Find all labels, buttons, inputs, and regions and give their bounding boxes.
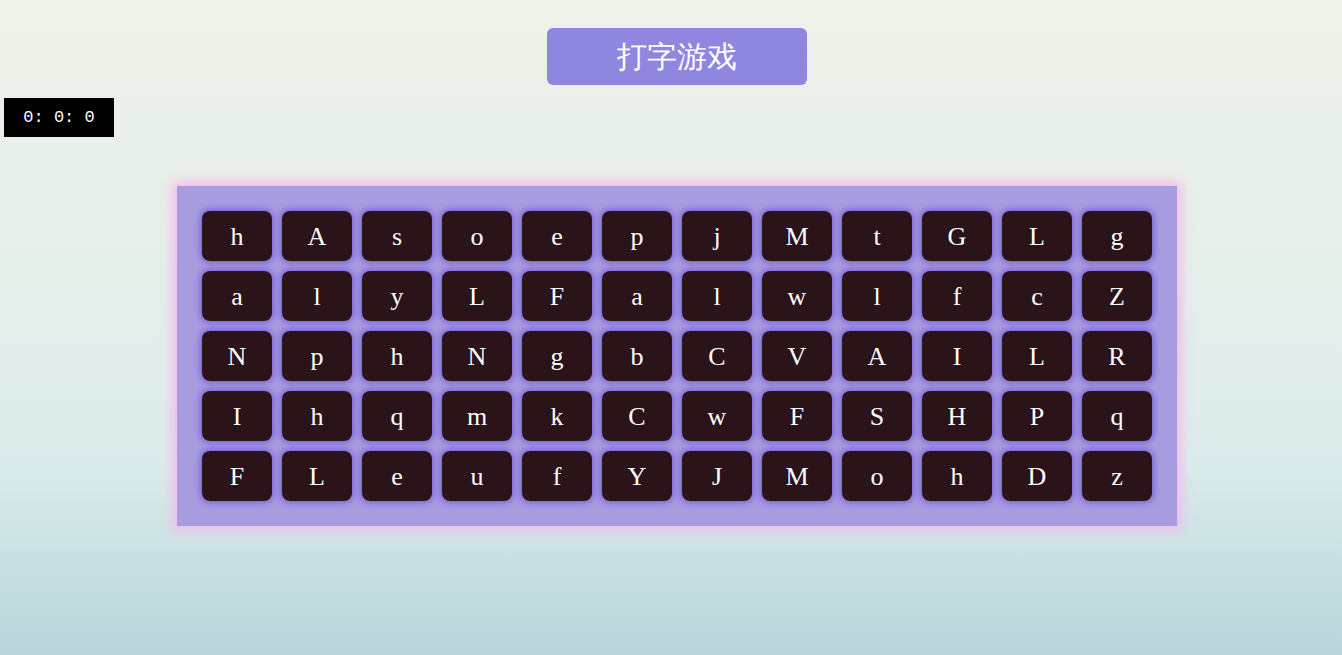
letter-key[interactable]: Z [1082, 271, 1152, 321]
letter-key[interactable]: p [602, 211, 672, 261]
letter-key[interactable]: A [282, 211, 352, 261]
letter-key[interactable]: J [682, 451, 752, 501]
letter-key[interactable]: b [602, 331, 672, 381]
letter-key[interactable]: y [362, 271, 432, 321]
letter-key[interactable]: h [202, 211, 272, 261]
letter-key[interactable]: f [522, 451, 592, 501]
letter-key[interactable]: C [682, 331, 752, 381]
letter-key[interactable]: A [842, 331, 912, 381]
letter-key[interactable]: I [922, 331, 992, 381]
typing-game-page: 打字游戏0: 0: 0hAsoepjMtGLgalyLFalwlfcZNphNg… [0, 0, 1342, 655]
letter-key[interactable]: g [1082, 211, 1152, 261]
letter-key[interactable]: D [1002, 451, 1072, 501]
title-button[interactable]: 打字游戏 [547, 28, 807, 85]
letter-key[interactable]: F [522, 271, 592, 321]
letter-key[interactable]: G [922, 211, 992, 261]
letter-key[interactable]: P [1002, 391, 1072, 441]
letter-key[interactable]: N [442, 331, 512, 381]
letter-key[interactable]: L [1002, 331, 1072, 381]
letter-key[interactable]: q [362, 391, 432, 441]
key-board-panel: hAsoepjMtGLgalyLFalwlfcZNphNgbCVAILRIhqm… [177, 186, 1177, 526]
letter-key[interactable]: w [762, 271, 832, 321]
letter-key[interactable]: R [1082, 331, 1152, 381]
letter-key[interactable]: o [442, 211, 512, 261]
letter-key[interactable]: F [202, 451, 272, 501]
letter-key[interactable]: a [202, 271, 272, 321]
letter-key[interactable]: s [362, 211, 432, 261]
letter-key[interactable]: M [762, 211, 832, 261]
letter-key[interactable]: C [602, 391, 672, 441]
letter-key[interactable]: t [842, 211, 912, 261]
letter-key[interactable]: p [282, 331, 352, 381]
letter-key[interactable]: V [762, 331, 832, 381]
letter-key[interactable]: I [202, 391, 272, 441]
letter-key[interactable]: a [602, 271, 672, 321]
letter-key[interactable]: H [922, 391, 992, 441]
letter-key[interactable]: l [682, 271, 752, 321]
letter-key[interactable]: j [682, 211, 752, 261]
letter-key[interactable]: F [762, 391, 832, 441]
letter-key[interactable]: q [1082, 391, 1152, 441]
letter-key[interactable]: u [442, 451, 512, 501]
letter-key[interactable]: h [362, 331, 432, 381]
letter-key[interactable]: m [442, 391, 512, 441]
letter-key[interactable]: e [522, 211, 592, 261]
letter-key[interactable]: g [522, 331, 592, 381]
letter-key[interactable]: c [1002, 271, 1072, 321]
letter-key[interactable]: l [842, 271, 912, 321]
letter-key[interactable]: L [442, 271, 512, 321]
timer: 0: 0: 0 [4, 98, 114, 137]
letter-key[interactable]: f [922, 271, 992, 321]
letter-key[interactable]: h [922, 451, 992, 501]
letter-key[interactable]: w [682, 391, 752, 441]
letter-key[interactable]: N [202, 331, 272, 381]
letter-key[interactable]: L [1002, 211, 1072, 261]
letter-key[interactable]: L [282, 451, 352, 501]
letter-key[interactable]: z [1082, 451, 1152, 501]
letter-key[interactable]: l [282, 271, 352, 321]
letter-key[interactable]: h [282, 391, 352, 441]
letter-key[interactable]: o [842, 451, 912, 501]
letter-key[interactable]: S [842, 391, 912, 441]
letter-key[interactable]: e [362, 451, 432, 501]
letter-key[interactable]: Y [602, 451, 672, 501]
letter-key[interactable]: k [522, 391, 592, 441]
letter-key[interactable]: M [762, 451, 832, 501]
